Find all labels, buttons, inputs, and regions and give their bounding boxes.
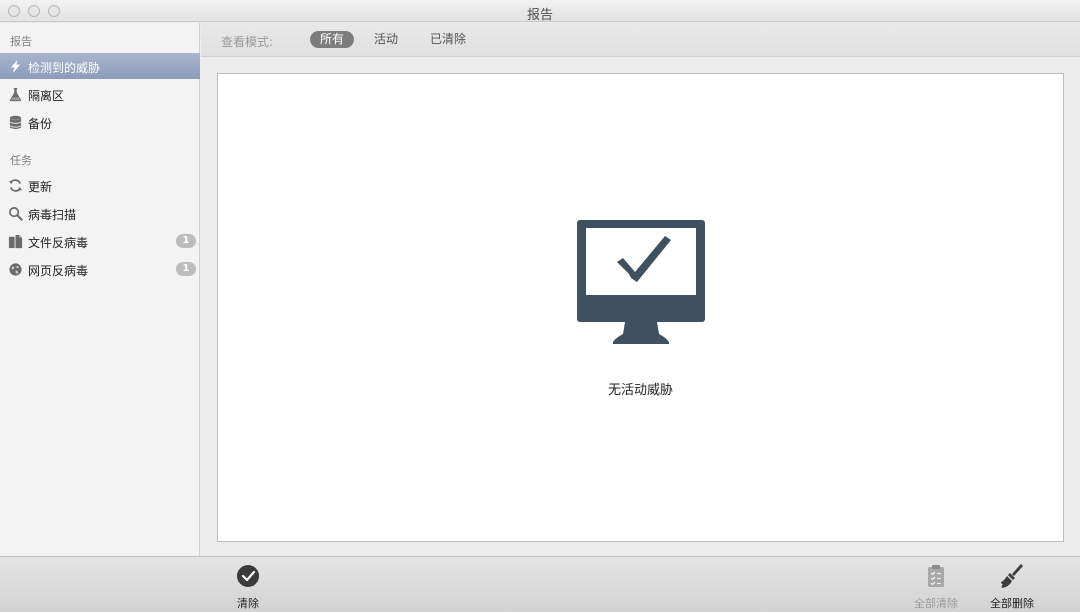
sidebar-item-label: 文件反病毒 bbox=[28, 236, 89, 250]
delete-all-button[interactable]: 全部删除 bbox=[986, 563, 1038, 611]
window-title: 报告 bbox=[526, 8, 553, 23]
sidebar-item-web-antivirus[interactable]: 网页反病毒 1 bbox=[0, 256, 200, 282]
monitor-check-icon bbox=[577, 220, 705, 344]
clean-all-button-label: 全部清除 bbox=[914, 597, 958, 610]
database-icon bbox=[9, 115, 22, 130]
clipboard-checklist-icon bbox=[928, 565, 944, 587]
sidebar-item-detected-threats[interactable]: 检测到的威胁 bbox=[0, 53, 200, 79]
broom-icon bbox=[1001, 564, 1023, 588]
file-antivirus-count-badge: 1 bbox=[176, 234, 196, 248]
sidebar-item-label: 网页反病毒 bbox=[28, 264, 89, 278]
no-active-threats-message: 无活动威胁 bbox=[607, 383, 673, 398]
clean-button[interactable]: 清除 bbox=[233, 563, 263, 611]
flask-icon bbox=[9, 87, 22, 102]
sidebar-item-label: 检测到的威胁 bbox=[28, 61, 101, 75]
sidebar-item-virus-scan[interactable]: 病毒扫描 bbox=[0, 200, 200, 226]
sidebar-section-reports-header: 报告 bbox=[10, 35, 32, 48]
web-antivirus-count-badge: 1 bbox=[176, 262, 196, 276]
sidebar-item-label: 更新 bbox=[28, 180, 53, 194]
sidebar-section-tasks-header: 任务 bbox=[10, 154, 32, 167]
sidebar: 报告 检测到的威胁 隔离区 备份 任务 更新 病毒扫描 文件反病毒 1 网页反病… bbox=[0, 23, 200, 556]
documents-icon bbox=[8, 234, 23, 249]
check-circle-icon bbox=[237, 565, 259, 587]
sidebar-item-quarantine[interactable]: 隔离区 bbox=[0, 81, 200, 107]
view-mode-label: 查看模式: bbox=[221, 35, 274, 49]
sidebar-item-label: 隔离区 bbox=[28, 89, 65, 103]
threats-list-panel: 无活动威胁 bbox=[217, 73, 1064, 542]
sidebar-item-file-antivirus[interactable]: 文件反病毒 1 bbox=[0, 228, 200, 254]
clean-button-label: 清除 bbox=[237, 597, 259, 610]
delete-all-button-label: 全部删除 bbox=[990, 597, 1034, 610]
sidebar-item-backup[interactable]: 备份 bbox=[0, 109, 200, 135]
filter-all-button[interactable]: 所有 bbox=[310, 31, 355, 48]
filter-active-button[interactable]: 活动 bbox=[364, 31, 408, 48]
refresh-icon bbox=[8, 179, 23, 192]
sidebar-item-update[interactable]: 更新 bbox=[0, 172, 200, 198]
search-icon bbox=[9, 207, 23, 221]
bottom-toolbar: 清除 全部清除 全部删除 bbox=[0, 556, 1080, 612]
title-bar: 报告 bbox=[0, 0, 1080, 23]
filter-cleaned-button[interactable]: 已清除 bbox=[420, 31, 476, 48]
sidebar-item-label: 备份 bbox=[28, 117, 53, 131]
globe-icon bbox=[9, 263, 22, 276]
sidebar-item-label: 病毒扫描 bbox=[28, 208, 77, 222]
clean-all-button[interactable]: 全部清除 bbox=[910, 563, 962, 611]
lightning-icon bbox=[10, 59, 21, 74]
view-mode-bar: 查看模式: 所有 活动 已清除 bbox=[201, 23, 1080, 57]
